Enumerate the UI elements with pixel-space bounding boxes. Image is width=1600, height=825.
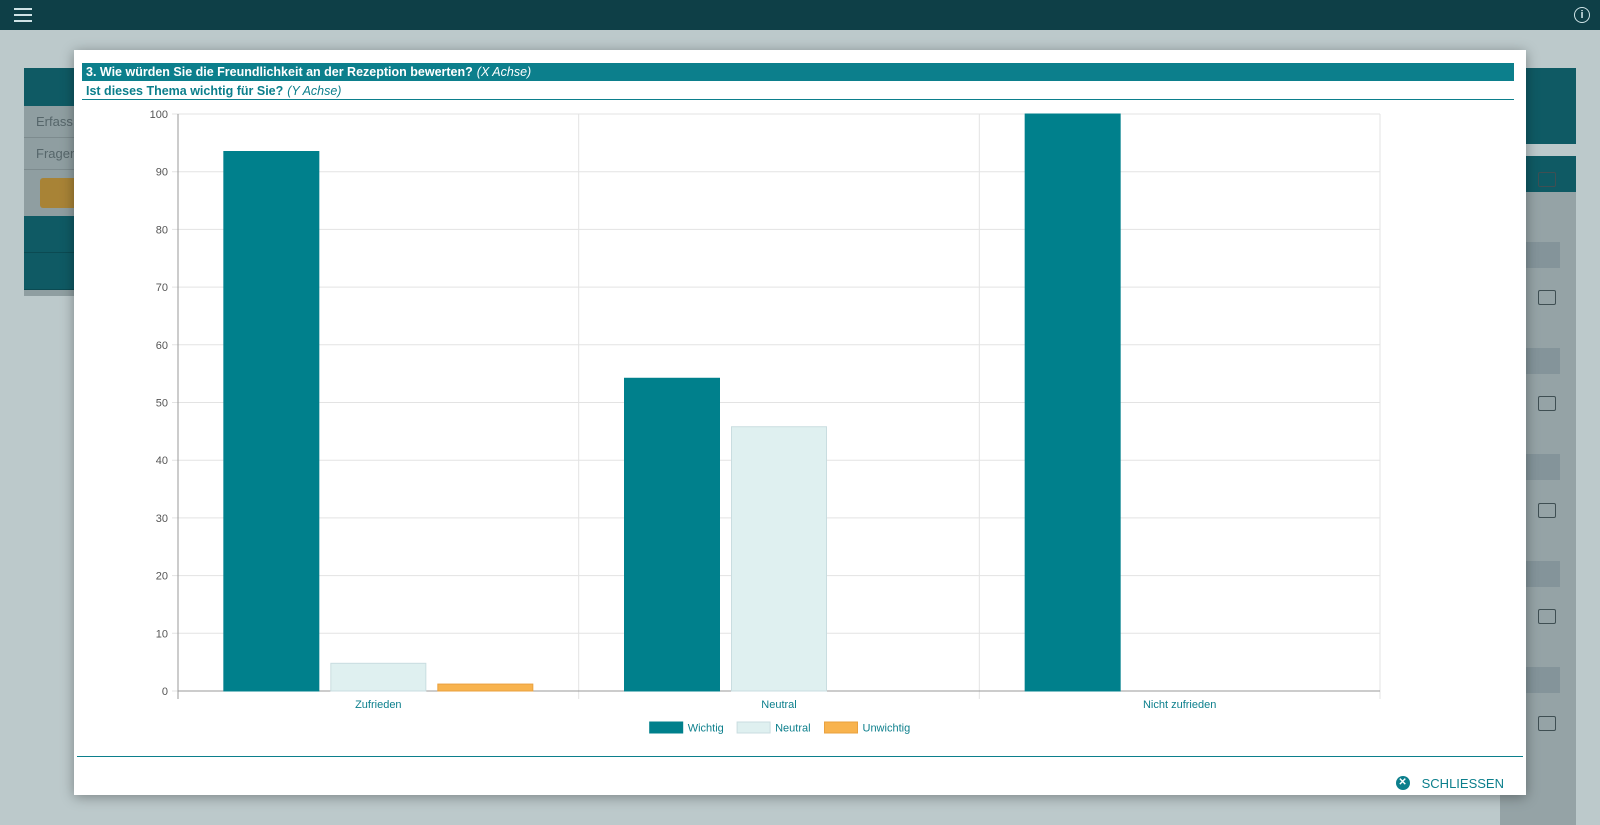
background-field bbox=[1520, 242, 1560, 268]
legend-label: Neutral bbox=[775, 723, 810, 735]
legend-label: Unwichtig bbox=[863, 723, 911, 735]
info-icon[interactable]: i bbox=[1574, 7, 1590, 23]
x-axis-hint: (X Achse) bbox=[476, 65, 532, 79]
y-tick-label: 30 bbox=[156, 513, 168, 525]
x-tick-label: Neutral bbox=[761, 699, 796, 711]
bar-neutral bbox=[731, 426, 827, 692]
bar-neutral bbox=[330, 662, 427, 692]
footer-divider bbox=[77, 756, 1523, 757]
legend-swatch bbox=[736, 721, 771, 734]
close-label: SCHLIESSEN bbox=[1421, 775, 1504, 791]
bar-wichtig bbox=[1024, 113, 1121, 692]
y-tick-label: 90 bbox=[156, 167, 168, 179]
y-tick-label: 50 bbox=[156, 398, 168, 410]
question-subtitle-text: Ist dieses Thema wichtig für Sie? bbox=[86, 84, 284, 98]
bar-unwichtig bbox=[437, 683, 534, 692]
x-tick-label: Nicht zufrieden bbox=[1143, 699, 1216, 711]
chart-dialog: 3. Wie würden Sie die Freundlichkeit an … bbox=[74, 50, 1526, 795]
legend-label: Wichtig bbox=[688, 723, 724, 735]
upload-icon bbox=[1538, 290, 1556, 305]
upload-icon bbox=[1538, 716, 1556, 731]
upload-icon bbox=[1538, 503, 1556, 518]
y-tick-label: 0 bbox=[162, 686, 168, 698]
y-tick-label: 80 bbox=[156, 224, 168, 236]
question-title: 3. Wie würden Sie die Freundlichkeit an … bbox=[82, 63, 1514, 81]
bar-wichtig bbox=[223, 151, 320, 692]
question-title-text: 3. Wie würden Sie die Freundlichkeit an … bbox=[86, 65, 473, 79]
bar-chart: 0 10 20 30 40 50 60 70 80 90 100 Zufrieden Neutral Ni… bbox=[150, 109, 1381, 735]
y-tick-label: 40 bbox=[156, 455, 168, 467]
y-tick-label: 20 bbox=[156, 571, 168, 583]
top-app-bar: i bbox=[0, 0, 1600, 30]
y-axis-hint: (Y Achse) bbox=[287, 84, 342, 98]
legend-swatch bbox=[649, 721, 684, 734]
y-tick-label: 60 bbox=[156, 340, 168, 352]
upload-icon bbox=[1538, 609, 1556, 624]
background-field bbox=[1520, 667, 1560, 693]
upload-icon bbox=[1538, 396, 1556, 411]
x-tick-label: Zufrieden bbox=[355, 699, 401, 711]
menu-icon[interactable] bbox=[14, 8, 32, 22]
close-button[interactable]: ✕ SCHLIESSEN bbox=[1395, 772, 1504, 794]
upload-icon bbox=[1538, 172, 1556, 187]
legend-swatch bbox=[824, 721, 858, 734]
close-icon: ✕ bbox=[1395, 776, 1410, 790]
y-tick-label: 10 bbox=[156, 628, 168, 640]
question-subtitle: Ist dieses Thema wichtig für Sie? (Y Achs… bbox=[82, 82, 1514, 100]
y-tick-label: 70 bbox=[156, 282, 168, 294]
background-field bbox=[1520, 561, 1560, 587]
bar-wichtig bbox=[624, 377, 720, 692]
background-field bbox=[1520, 454, 1560, 480]
background-field bbox=[1520, 348, 1560, 374]
y-tick-label: 100 bbox=[150, 109, 168, 121]
